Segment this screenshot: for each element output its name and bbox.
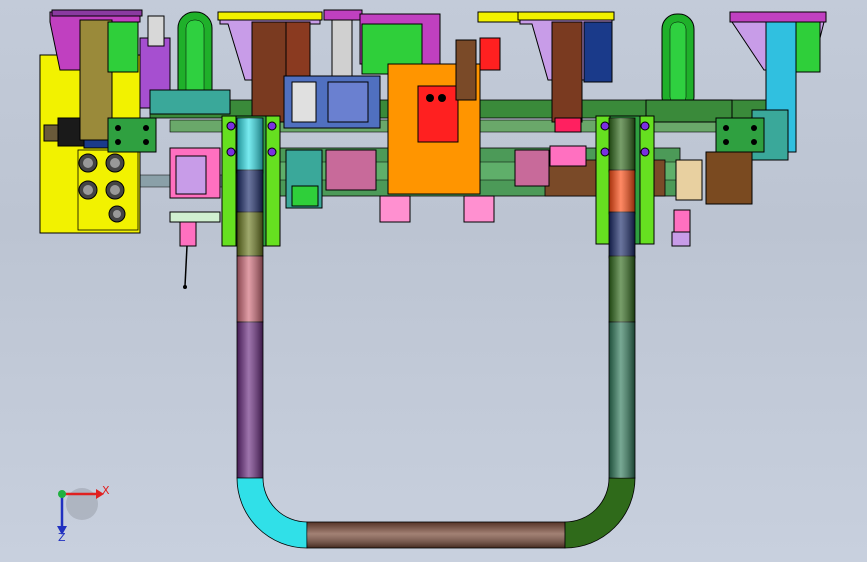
right-wheel[interactable] [645,13,733,123]
right-gear[interactable] [671,151,753,247]
assembly-model[interactable] [0,0,867,562]
coordinate-triad: X Z [42,480,112,546]
origin-marker [58,490,66,498]
right-top-bracket[interactable] [715,11,827,161]
z-axis-label: Z [58,531,66,544]
x-axis-label: X [102,484,110,497]
left-mount-block[interactable] [107,117,157,153]
cad-graphics-viewport[interactable]: X Z [0,0,867,562]
